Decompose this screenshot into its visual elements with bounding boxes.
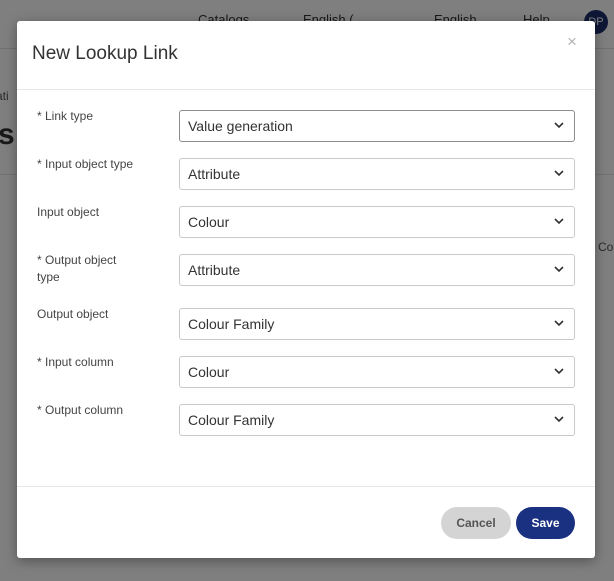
link-type-select[interactable]: Value generation <box>179 110 575 142</box>
input-object-select[interactable]: Colour <box>179 206 575 238</box>
chevron-down-icon <box>554 266 564 273</box>
output-object-value: Colour Family <box>188 316 275 332</box>
output-object-type-select[interactable]: Attribute <box>179 254 575 286</box>
link-type-label: * Link type <box>37 109 94 123</box>
chevron-down-icon <box>554 122 564 129</box>
input-column-select[interactable]: Colour <box>179 356 575 388</box>
input-object-value: Colour <box>188 214 230 230</box>
input-object-label: Input object <box>37 205 100 219</box>
output-object-select[interactable]: Colour Family <box>179 308 575 340</box>
dialog-header: New Lookup Link × <box>17 21 595 90</box>
dialog-footer: Cancel Save <box>17 486 595 559</box>
close-icon[interactable]: × <box>567 33 577 50</box>
output-column-value: Colour Family <box>188 412 275 428</box>
link-type-value: Value generation <box>188 118 293 134</box>
chevron-down-icon <box>554 170 564 177</box>
output-column-select[interactable]: Colour Family <box>179 404 575 436</box>
new-lookup-link-dialog: New Lookup Link × * Link type Value gene… <box>17 21 595 558</box>
output-object-label: Output object <box>37 307 109 321</box>
input-column-value: Colour <box>188 364 230 380</box>
chevron-down-icon <box>554 368 564 375</box>
chevron-down-icon <box>554 320 564 327</box>
chevron-down-icon <box>554 218 564 225</box>
dialog-title: New Lookup Link <box>32 43 178 64</box>
input-object-type-label: * Input object type <box>37 157 134 171</box>
output-column-label: * Output column <box>37 403 124 417</box>
input-column-label: * Input column <box>37 355 114 369</box>
input-object-type-value: Attribute <box>188 166 241 182</box>
save-button[interactable]: Save <box>516 507 575 539</box>
cancel-button[interactable]: Cancel <box>441 507 511 539</box>
input-object-type-select[interactable]: Attribute <box>179 158 575 190</box>
output-object-type-value: Attribute <box>188 262 241 278</box>
output-object-type-label: * Output object type <box>37 253 117 284</box>
chevron-down-icon <box>554 416 564 423</box>
